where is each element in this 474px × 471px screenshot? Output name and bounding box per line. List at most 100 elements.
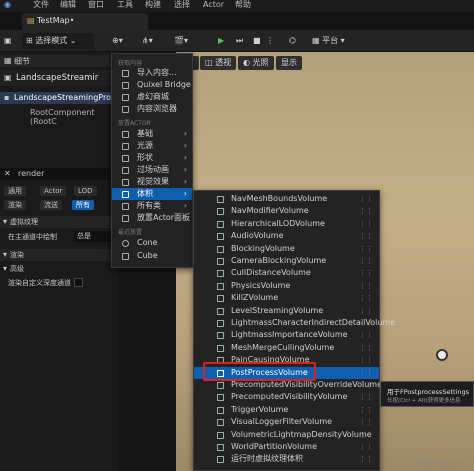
drag-handle-icon[interactable]: ⋮⋮ <box>359 441 373 453</box>
tag-actor[interactable]: Actor <box>40 186 67 196</box>
drag-handle-icon[interactable]: ⋮⋮ <box>359 354 373 366</box>
volume-item[interactable]: MeshMergeCullingVolume ⋮⋮ <box>194 342 379 354</box>
map-tab[interactable]: ▤ TestMap• <box>22 13 148 30</box>
lit-button[interactable]: ◐ 光照 <box>238 56 274 70</box>
volume-item[interactable]: NavMeshBoundsVolume ⋮⋮ <box>194 193 379 205</box>
main-pass-dropdown[interactable]: 总是 <box>74 231 114 242</box>
drag-handle-icon[interactable]: ⋮⋮ <box>359 243 373 255</box>
volume-item[interactable]: HierarchicalLODVolume ⋮⋮ <box>194 218 379 230</box>
menu-select[interactable]: 选择 <box>174 0 190 10</box>
drag-handle-icon[interactable]: ⋮⋮ <box>359 379 373 391</box>
select-mode-dropdown[interactable]: ⊞ 选择模式 ⌄ <box>22 33 94 49</box>
play-icon[interactable]: ▶ <box>218 33 224 49</box>
custom-depth-checkbox[interactable] <box>74 278 83 287</box>
menu-edit[interactable]: 编辑 <box>60 0 76 10</box>
volume-item[interactable]: 运行时虚拟纹理体积 ⋮⋮ <box>194 453 379 465</box>
root-component-row[interactable]: RootComponent (RootC <box>0 107 118 126</box>
menu-import-content[interactable]: 导入内容... <box>112 67 192 79</box>
drag-handle-icon[interactable]: ⋮⋮ <box>359 429 373 441</box>
tag-rendering[interactable]: 渲染 <box>4 200 26 210</box>
cinematics-icon[interactable]: 🎬▾ <box>174 33 188 49</box>
tag-streaming[interactable]: 流送 <box>40 200 62 210</box>
drag-handle-icon[interactable]: ⋮⋮ <box>359 292 373 304</box>
menu-shapes[interactable]: 形状 › <box>112 152 192 164</box>
search-row[interactable]: ✕ render <box>0 168 118 180</box>
menu-place-actor-panel[interactable]: 放置Actor面板 <box>112 212 192 224</box>
menu-tools[interactable]: 工具 <box>117 0 133 10</box>
drag-handle-icon[interactable]: ⋮⋮ <box>359 453 373 465</box>
ue-logo-icon[interactable]: ◉ <box>4 0 11 10</box>
menu-window[interactable]: 窗口 <box>88 0 104 10</box>
collapse-arrow-icon: ▾ <box>3 250 8 259</box>
menu-file[interactable]: 文件 <box>33 0 49 10</box>
volume-item[interactable]: WorldPartitionVolume ⋮⋮ <box>194 441 379 453</box>
show-button[interactable]: 显示 <box>276 56 302 70</box>
drag-handle-icon[interactable]: ⋮⋮ <box>359 205 373 217</box>
section-rendering[interactable]: ▾ 渲染 <box>0 249 118 261</box>
volume-item[interactable]: KillZVolume ⋮⋮ <box>194 292 379 304</box>
menu-recent-cone[interactable]: Cone <box>112 237 192 249</box>
menu-lights[interactable]: 光源 › <box>112 140 192 152</box>
menu-cinematics[interactable]: 过场动画 › <box>112 164 192 176</box>
drag-handle-icon[interactable]: ⋮⋮ <box>359 329 373 341</box>
menu-all-classes[interactable]: 所有类 › <box>112 200 192 212</box>
drag-handle-icon[interactable]: ⋮⋮ <box>359 367 373 379</box>
drag-handle-icon[interactable]: ⋮⋮ <box>359 342 373 354</box>
volume-item[interactable]: LightmassImportanceVolume ⋮⋮ <box>194 329 379 341</box>
play-options-icon[interactable]: ⋮ <box>266 33 274 49</box>
section-advanced[interactable]: ▾ 高级 <box>0 263 118 275</box>
drag-handle-icon[interactable]: ⋮⋮ <box>359 305 373 317</box>
drag-handle-icon[interactable]: ⋮⋮ <box>359 317 373 329</box>
menu-recent-cube[interactable]: Cube <box>112 250 192 262</box>
save-icon[interactable]: ▣ <box>4 33 12 49</box>
drag-handle-icon[interactable]: ⋮⋮ <box>359 218 373 230</box>
volume-item[interactable]: VolumetricLightmapDensityVolume ⋮⋮ <box>194 429 379 441</box>
volume-item[interactable]: PhysicsVolume ⋮⋮ <box>194 280 379 292</box>
volume-item[interactable]: NavModifierVolume ⋮⋮ <box>194 205 379 217</box>
volume-item[interactable]: PrecomputedVisibilityVolume ⋮⋮ <box>194 391 379 403</box>
tag-general[interactable]: 通用 <box>4 186 26 196</box>
volume-item[interactable]: LevelStreamingVolume ⋮⋮ <box>194 305 379 317</box>
menu-quixel-bridge[interactable]: Quixel Bridge <box>112 79 192 91</box>
tag-all[interactable]: 所有 <box>72 200 94 210</box>
tag-lod[interactable]: LOD <box>74 186 97 196</box>
details-tab[interactable]: ▦ 细节 <box>0 55 118 67</box>
volume-item[interactable]: AudioVolume ⋮⋮ <box>194 230 379 242</box>
drag-handle-icon[interactable]: ⋮⋮ <box>359 416 373 428</box>
perspective-button[interactable]: ◫ 透视 <box>200 56 237 70</box>
stop-icon[interactable]: ■ <box>253 33 261 49</box>
drag-handle-icon[interactable]: ⋮⋮ <box>359 391 373 403</box>
menu-actor[interactable]: Actor <box>203 0 224 10</box>
component-row-selected[interactable]: ▪ LandscapeStreamingProxy_ <box>0 92 124 104</box>
drag-handle-icon[interactable]: ⋮⋮ <box>359 230 373 242</box>
section-virtual-texture[interactable]: ▾ 虚拟纹理 <box>0 216 118 228</box>
menu-build[interactable]: 构建 <box>145 0 161 10</box>
platform-button[interactable]: ▦ 平台 ▾ <box>312 33 345 49</box>
volume-item[interactable]: CullDistanceVolume ⋮⋮ <box>194 267 379 279</box>
drag-handle-icon[interactable]: ⋮⋮ <box>359 193 373 205</box>
menu-volumes[interactable]: 体积 › <box>112 188 192 200</box>
volume-item[interactable]: LightmassCharacterIndirectDetailVolume ⋮⋮ <box>194 317 395 329</box>
search-input[interactable]: render <box>18 169 44 178</box>
menu-content-browser[interactable]: 内容浏览器 <box>112 103 192 115</box>
drag-handle-icon[interactable]: ⋮⋮ <box>359 255 373 267</box>
add-content-icon[interactable]: ⊕▾ <box>112 33 123 49</box>
launch-icon[interactable]: ⌬ <box>289 33 296 49</box>
menu-basic[interactable]: 基础 › <box>112 128 192 140</box>
volume-item[interactable]: VisualLoggerFilterVolume ⋮⋮ <box>194 416 379 428</box>
menu-help[interactable]: 帮助 <box>235 0 251 10</box>
drag-handle-icon[interactable]: ⋮⋮ <box>359 280 373 292</box>
volume-item[interactable]: BlockingVolume ⋮⋮ <box>194 243 379 255</box>
volume-item[interactable]: TriggerVolume ⋮⋮ <box>194 404 379 416</box>
drag-handle-icon[interactable]: ⋮⋮ <box>359 404 373 416</box>
drag-handle-icon[interactable]: ⋮⋮ <box>359 267 373 279</box>
menu-marketplace[interactable]: 虚幻商城 <box>112 91 192 103</box>
light-actor-icon[interactable] <box>436 349 448 361</box>
volume-item[interactable]: CameraBlockingVolume ⋮⋮ <box>194 255 379 267</box>
actor-name-field[interactable]: ▣ LandscapeStreamir <box>0 70 118 86</box>
blueprint-icon[interactable]: ⋔▾ <box>142 33 153 49</box>
clear-search-icon[interactable]: ✕ <box>4 169 11 178</box>
menu-visual-effects[interactable]: 视觉效果 › <box>112 176 192 188</box>
submenu-arrow-icon: › <box>183 165 187 174</box>
step-icon[interactable]: ⏭ <box>236 33 243 49</box>
